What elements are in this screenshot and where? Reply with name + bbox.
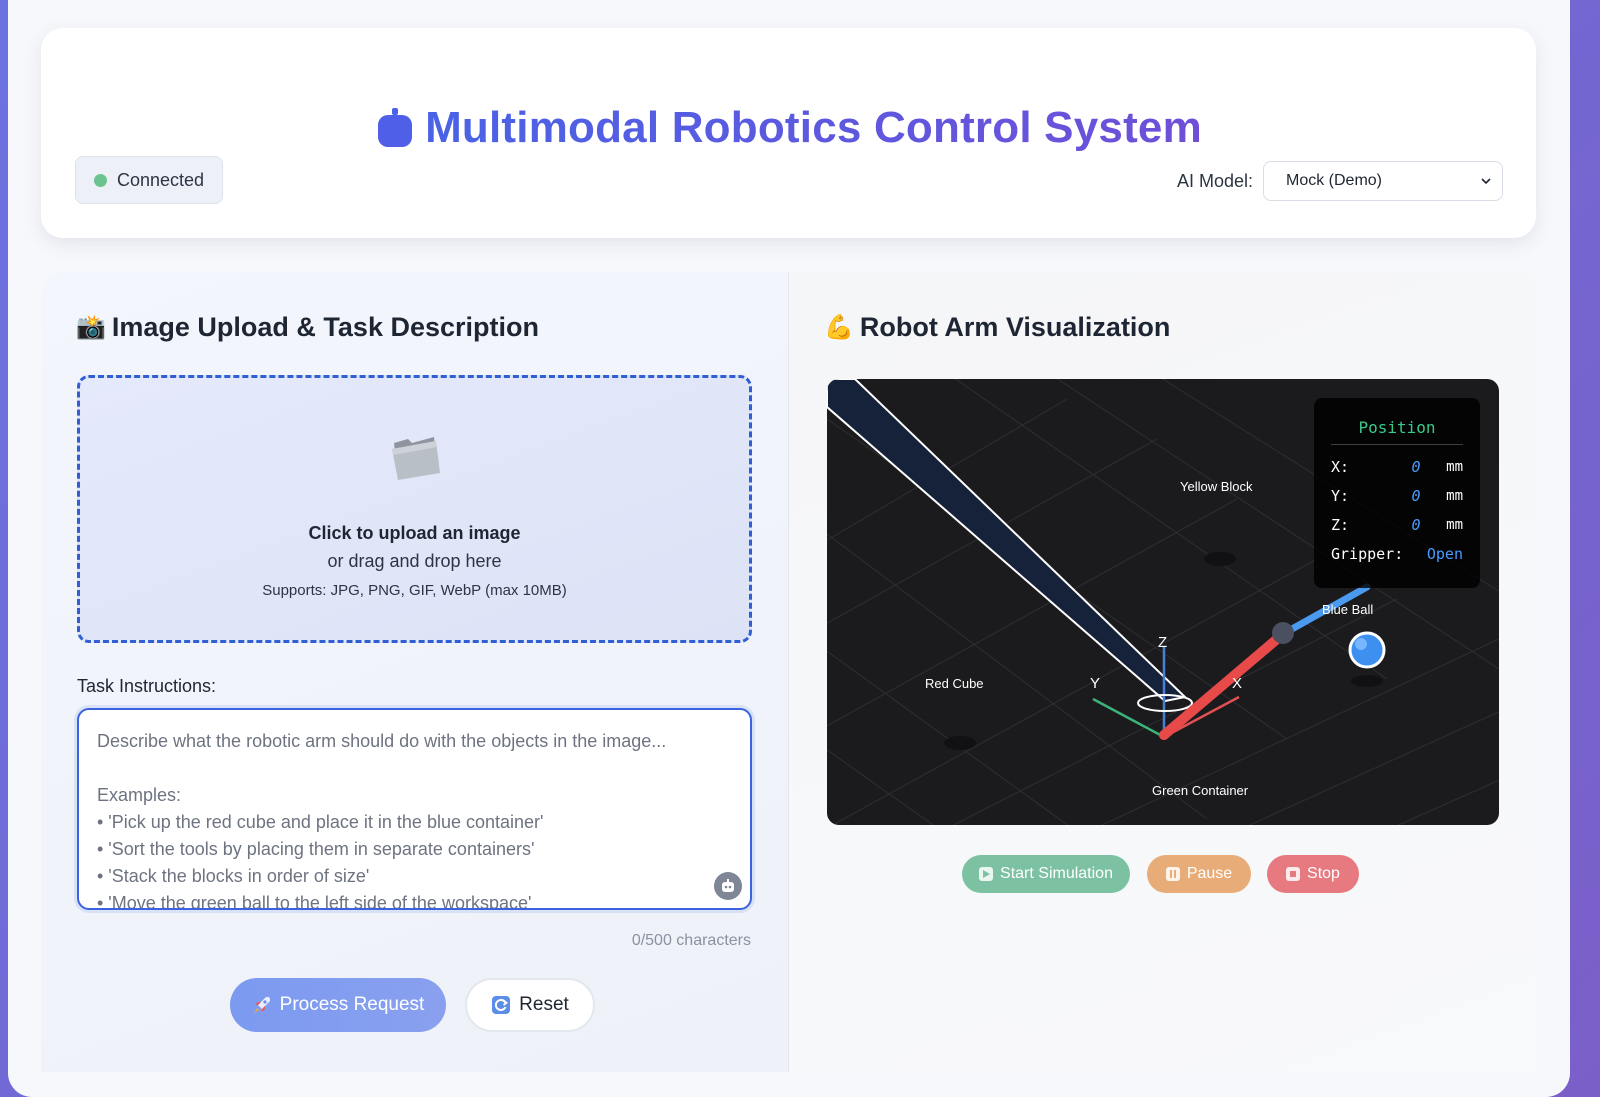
upload-sub-text: or drag and drop here <box>327 551 502 571</box>
placeholder-line: • 'Pick up the red cube and place it in … <box>97 812 544 832</box>
reset-label: Reset <box>519 994 569 1015</box>
z-label: Z: <box>1331 516 1350 534</box>
red-cube-label: Red Cube <box>925 676 984 691</box>
pause-label: Pause <box>1186 865 1233 882</box>
placeholder-blank-line <box>97 755 732 782</box>
image-upload-dropzone[interactable]: Click to upload an image or drag and dro… <box>77 375 752 643</box>
header-card: Multimodal Robotics Control System Conne… <box>41 28 1536 238</box>
start-simulation-label: Start Simulation <box>1000 865 1113 882</box>
ai-model-select[interactable]: Mock (Demo) <box>1263 161 1503 201</box>
status-text: Connected <box>117 169 205 190</box>
ai-model-control: AI Model: Mock (Demo) <box>1177 161 1503 201</box>
z-axis-label: Z <box>1158 634 1168 651</box>
gripper-row: Gripper: Open <box>1331 543 1463 565</box>
task-instructions-label: Task Instructions: <box>77 676 217 696</box>
refresh-icon <box>492 996 511 1014</box>
folder-icon <box>391 437 440 480</box>
x-label: X: <box>1331 458 1350 476</box>
camera-flash-icon: 📸 <box>76 314 106 341</box>
upload-panel: 📸 Image Upload & Task Description Click … <box>41 272 789 1072</box>
status-dot-icon <box>94 173 107 187</box>
stop-icon <box>1286 867 1301 881</box>
process-request-label: Process Request <box>279 994 425 1015</box>
y-unit: mm <box>1446 488 1463 504</box>
placeholder-line: Describe what the robotic arm should do … <box>97 731 667 751</box>
y-label: Y: <box>1331 487 1350 505</box>
rocket-icon <box>253 997 270 1013</box>
start-simulation-button[interactable]: Start Simulation <box>962 855 1130 893</box>
robot-assist-icon[interactable] <box>714 872 742 900</box>
stop-label: Stop <box>1307 865 1340 882</box>
position-title: Position <box>1358 418 1436 437</box>
visualization-section-title: 💪 Robot Arm Visualization <box>824 312 1170 343</box>
placeholder-line: • 'Move the green ball to the left side … <box>97 893 532 910</box>
title-row: Multimodal Robotics Control System <box>41 98 1536 158</box>
upload-main-text: Click to upload an image <box>308 523 521 543</box>
position-y-row: Y: 0 mm <box>1331 485 1463 507</box>
robot-arm-canvas[interactable]: Yellow Block Blue Ball Red Cube Green Co… <box>827 379 1499 825</box>
yellow-block-label: Yellow Block <box>1180 479 1253 494</box>
placeholder-line: • 'Sort the tools by placing them in sep… <box>97 839 535 859</box>
position-divider <box>1331 444 1463 445</box>
x-unit: mm <box>1446 459 1463 475</box>
position-x-row: X: 0 mm <box>1331 456 1463 478</box>
task-instructions-textarea[interactable]: Describe what the robotic arm should do … <box>77 708 752 910</box>
gripper-label: Gripper: <box>1331 545 1404 563</box>
y-axis-label: Y <box>1090 675 1101 692</box>
stop-button[interactable]: Stop <box>1267 855 1359 893</box>
blue-ball-label: Blue Ball <box>1322 602 1374 617</box>
z-value: 0 <box>1411 516 1421 534</box>
upload-section-title-text: Image Upload & Task Description <box>111 312 539 342</box>
character-count: 0/500 characters <box>631 932 751 949</box>
ai-model-selected-value: Mock (Demo) <box>1286 172 1383 189</box>
app-window: Multimodal Robotics Control System Conne… <box>8 0 1570 1097</box>
play-icon <box>979 867 994 881</box>
page-title: Multimodal Robotics Control System <box>425 103 1202 152</box>
placeholder-line: Examples: <box>97 785 182 805</box>
position-readout: Position X: 0 mm Y: 0 mm Z: 0 mm Gripper… <box>1314 398 1480 588</box>
upload-section-title: 📸 Image Upload & Task Description <box>76 312 539 343</box>
visualization-section-title-text: Robot Arm Visualization <box>859 312 1171 342</box>
visualization-panel: 💪 Robot Arm Visualization Yellow Block B… <box>789 272 1536 1072</box>
gripper-value: Open <box>1426 545 1463 563</box>
position-z-row: Z: 0 mm <box>1331 514 1463 536</box>
z-unit: mm <box>1446 517 1463 533</box>
x-value: 0 <box>1411 458 1421 476</box>
placeholder-line: • 'Stack the blocks in order of size' <box>97 866 370 886</box>
chevron-down-icon <box>1481 178 1491 185</box>
main-panels: 📸 Image Upload & Task Description Click … <box>41 272 1536 1072</box>
upload-supported-formats: Supports: JPG, PNG, GIF, WebP (max 10MB) <box>262 582 567 599</box>
flexed-arm-icon: 💪 <box>824 314 854 341</box>
x-axis-label: X <box>1232 675 1243 692</box>
pause-icon <box>1165 867 1180 881</box>
connection-status-badge: Connected <box>75 156 223 204</box>
process-request-button[interactable]: Process Request <box>230 978 446 1032</box>
pause-button[interactable]: Pause <box>1147 855 1251 893</box>
y-value: 0 <box>1411 487 1421 505</box>
ai-model-label: AI Model: <box>1176 170 1253 191</box>
robot-icon <box>375 107 415 149</box>
green-container-label: Green Container <box>1152 783 1249 798</box>
reset-button[interactable]: Reset <box>465 978 595 1032</box>
